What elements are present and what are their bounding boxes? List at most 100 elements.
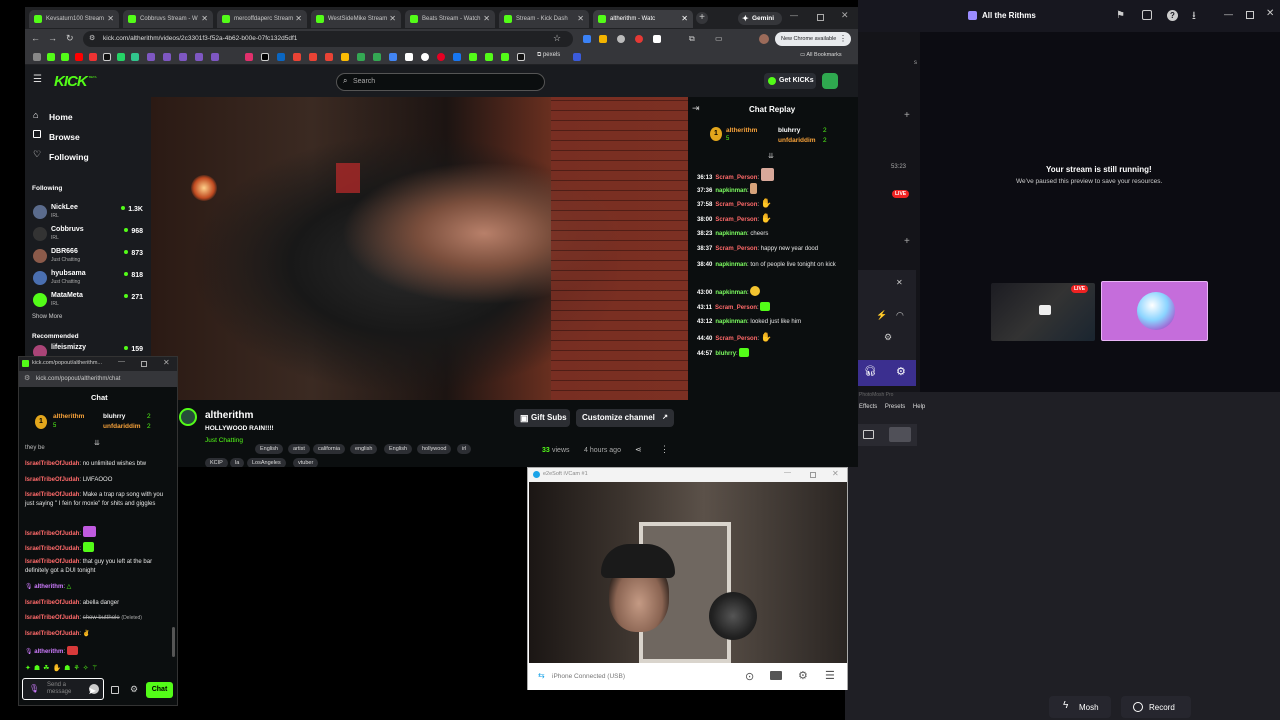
- chat-send-button[interactable]: Chat: [146, 682, 173, 698]
- window-minimize-icon[interactable]: —: [790, 11, 798, 20]
- customize-channel-button[interactable]: Customize channel ↗: [576, 409, 674, 427]
- close-audio-icon[interactable]: ✕: [896, 278, 903, 287]
- get-kicks-button[interactable]: Get KICKs: [764, 73, 816, 89]
- emote-icon[interactable]: ✋: [52, 665, 64, 672]
- msg-user[interactable]: Scram_Person: [715, 202, 757, 208]
- bookmark-tiktok-icon[interactable]: [103, 53, 111, 61]
- mic-mute-icon[interactable]: ⚡: [876, 310, 887, 321]
- emote-icon[interactable]: ⚚: [92, 665, 101, 672]
- bookmark-gmail-icon[interactable]: [309, 53, 317, 61]
- mosh-button[interactable]: ϟ Mosh: [1049, 696, 1111, 718]
- msg-user[interactable]: napkinman: [715, 231, 747, 237]
- bookmark-drive-icon[interactable]: [389, 53, 397, 61]
- show-more-link[interactable]: Show More: [32, 314, 62, 320]
- chat-settings-icon[interactable]: ⚙: [130, 684, 138, 695]
- msg-user[interactable]: IsraelTribeOfJudah: [25, 477, 79, 483]
- window-maximize-icon[interactable]: [817, 14, 824, 21]
- site-info-icon[interactable]: ⚙: [89, 34, 95, 42]
- msg-user[interactable]: napkinman: [715, 319, 747, 325]
- bookmark-red-icon[interactable]: [89, 53, 97, 61]
- webcam-menu-icon[interactable]: ☰: [825, 669, 835, 682]
- msg-user[interactable]: altherithm: [34, 649, 63, 655]
- following-item[interactable]: Cobbruvs IRL 968: [33, 225, 143, 245]
- msg-user[interactable]: IsraelTribeOfJudah: [25, 461, 79, 467]
- webcam-settings-icon[interactable]: ⚙: [798, 669, 808, 682]
- extensions-puzzle-icon[interactable]: ⧉: [689, 34, 695, 44]
- headset-icon[interactable]: ◠: [896, 310, 904, 321]
- channel-avatar[interactable]: [179, 408, 197, 426]
- search-box[interactable]: ⌕ Search: [336, 73, 545, 91]
- extension-icon-1[interactable]: [583, 35, 591, 43]
- tab-close-icon[interactable]: ✕: [389, 10, 396, 28]
- hamburger-menu-icon[interactable]: ☰: [33, 74, 42, 85]
- bookmark-kick-icon[interactable]: [485, 53, 493, 61]
- bookmark-gmail-icon[interactable]: [293, 53, 301, 61]
- kick-logo[interactable]: KICK: [54, 73, 88, 90]
- expand-icon[interactable]: ⇊: [768, 152, 774, 160]
- msg-user[interactable]: Scram_Person: [715, 217, 757, 223]
- msg-user[interactable]: bluhrry: [715, 351, 736, 357]
- tag[interactable]: hollywood: [417, 444, 452, 454]
- extension-icon-3[interactable]: [617, 35, 625, 43]
- bookmark-youtube-icon[interactable]: [75, 53, 83, 61]
- minimize-icon[interactable]: —: [1224, 9, 1233, 19]
- msg-user[interactable]: IsraelTribeOfJudah: [25, 546, 79, 552]
- tab-7-active[interactable]: altherithm - Watc ✕: [593, 10, 693, 28]
- following-item[interactable]: NickLee IRL 1.3K: [33, 203, 143, 223]
- bookmark-pexels[interactable]: ⧉ pexels: [537, 52, 560, 59]
- all-bookmarks[interactable]: ▭ All Bookmarks: [800, 52, 842, 58]
- extension-icon-4[interactable]: [635, 35, 643, 43]
- bookmark-gmail-icon[interactable]: [325, 53, 333, 61]
- bookmark-github-icon[interactable]: [421, 53, 429, 61]
- tag[interactable]: vtuber: [293, 458, 319, 467]
- webcam-minimize-icon[interactable]: —: [784, 469, 791, 476]
- msg-user[interactable]: IsraelTribeOfJudah: [25, 492, 79, 498]
- bookmark-purple-icon[interactable]: [211, 53, 219, 61]
- tab-3[interactable]: mercoffdaperc Stream ✕: [217, 10, 307, 28]
- popout-url[interactable]: kick.com/popout/altherithm/chat: [36, 376, 120, 382]
- msg-user[interactable]: altherithm: [34, 584, 63, 590]
- image-mode-icon[interactable]: [863, 430, 874, 439]
- msg-user[interactable]: IsraelTribeOfJudah: [25, 600, 79, 606]
- channel-name[interactable]: altherithm: [205, 410, 253, 421]
- menu-presets[interactable]: Presets: [885, 404, 905, 410]
- tag[interactable]: artist: [288, 444, 310, 454]
- bookmark-drive-icon[interactable]: [341, 53, 349, 61]
- extension-icon-2[interactable]: [599, 35, 607, 43]
- nav-home[interactable]: Home: [49, 112, 73, 122]
- msg-user[interactable]: napkinman: [715, 262, 747, 268]
- flag-icon[interactable]: ⚑: [1116, 10, 1125, 21]
- nav-following[interactable]: Following: [49, 152, 89, 162]
- bookmark-drive-icon[interactable]: [373, 53, 381, 61]
- emote-icon[interactable]: ⚘: [73, 665, 82, 672]
- nav-browse[interactable]: Browse: [49, 132, 80, 142]
- user-avatar[interactable]: [822, 73, 838, 89]
- gift-subs-button[interactable]: ▣ Gift Subs: [514, 409, 570, 427]
- msg-user[interactable]: Scram_Person: [715, 336, 757, 342]
- tab-2[interactable]: Cobbruvs Stream - W ✕: [123, 10, 213, 28]
- bookmark-tiktok-icon[interactable]: [517, 53, 525, 61]
- tag[interactable]: irl: [457, 444, 472, 454]
- tab-6[interactable]: Stream - Kick Dash ✕: [499, 10, 589, 28]
- camera-snapshot-icon[interactable]: ⊙: [745, 670, 754, 683]
- webcam-close-icon[interactable]: ✕: [832, 469, 839, 478]
- new-tab-icon[interactable]: +: [696, 12, 708, 24]
- tab-close-icon[interactable]: ✕: [107, 10, 114, 28]
- bookmark-linkedin-icon[interactable]: [277, 53, 285, 61]
- scene-thumb-1[interactable]: LIVE: [991, 283, 1095, 341]
- following-item[interactable]: DBR666 Just Chatting 873: [33, 247, 143, 267]
- bookmark-drive-icon[interactable]: [357, 53, 365, 61]
- profile-avatar[interactable]: [759, 34, 769, 44]
- tab-5[interactable]: Beats Stream - Watch ✕: [405, 10, 495, 28]
- help-icon[interactable]: ?: [1167, 10, 1178, 21]
- download-icon[interactable]: ⭳: [1192, 7, 1196, 26]
- bookmark-kick-icon[interactable]: [47, 53, 55, 61]
- tag[interactable]: KCIP: [205, 458, 228, 467]
- emote-icon[interactable]: ✦: [25, 665, 34, 672]
- bookmark-pinterest-icon[interactable]: [437, 53, 445, 61]
- bookmark-apps-icon[interactable]: [33, 53, 41, 61]
- screen-icon[interactable]: [1142, 10, 1152, 20]
- tag[interactable]: LosAngeles: [247, 458, 286, 467]
- following-item[interactable]: hyubsama Just Chatting 818: [33, 269, 143, 289]
- popout-maximize-icon[interactable]: [141, 361, 147, 367]
